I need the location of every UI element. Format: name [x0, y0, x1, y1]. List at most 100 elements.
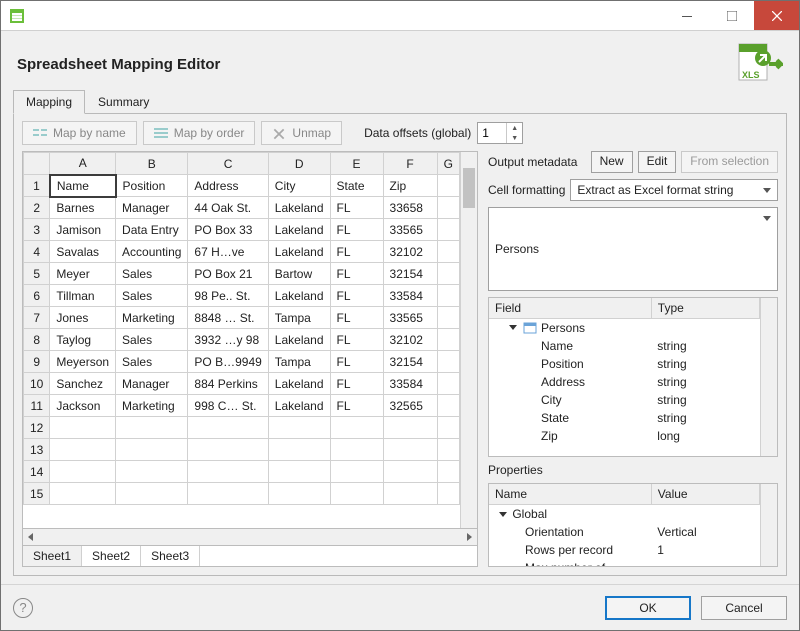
metadata-new-button[interactable]: New [591, 151, 633, 173]
cell-C14[interactable] [188, 461, 268, 483]
field-row-name[interactable]: City [489, 391, 651, 409]
cell-C2[interactable]: 44 Oak St. [188, 197, 268, 219]
cell-C3[interactable]: PO Box 33 [188, 219, 268, 241]
map-by-order-button[interactable]: Map by order [143, 121, 256, 145]
cell-E1[interactable]: State [330, 175, 383, 197]
cell-E2[interactable]: FL [330, 197, 383, 219]
cell-B2[interactable]: Manager [116, 197, 188, 219]
cell-F2[interactable]: 33658 [383, 197, 437, 219]
cell-F3[interactable]: 33565 [383, 219, 437, 241]
cell-E8[interactable]: FL [330, 329, 383, 351]
cell-C4[interactable]: 67 H…ve [188, 241, 268, 263]
cell-G13[interactable] [437, 439, 459, 461]
cell-C5[interactable]: PO Box 21 [188, 263, 268, 285]
cell-D10[interactable]: Lakeland [268, 373, 330, 395]
cell-G3[interactable] [437, 219, 459, 241]
cell-C7[interactable]: 8848 … St. [188, 307, 268, 329]
cell-F9[interactable]: 32154 [383, 351, 437, 373]
column-header-E[interactable]: E [330, 153, 383, 175]
row-header-2[interactable]: 2 [24, 197, 50, 219]
cell-E3[interactable]: FL [330, 219, 383, 241]
entity-root[interactable]: Persons [541, 321, 585, 335]
cell-C10[interactable]: 884 Perkins [188, 373, 268, 395]
cell-A9[interactable]: Meyerson [50, 351, 116, 373]
cell-E14[interactable] [330, 461, 383, 483]
ok-button[interactable]: OK [605, 596, 691, 620]
prop-value[interactable]: 1 [651, 541, 759, 559]
field-row-name[interactable]: Zip [489, 427, 651, 445]
cell-B4[interactable]: Accounting [116, 241, 188, 263]
cell-D14[interactable] [268, 461, 330, 483]
cell-D5[interactable]: Bartow [268, 263, 330, 285]
grid-horizontal-scrollbar[interactable] [22, 529, 478, 546]
cell-G6[interactable] [437, 285, 459, 307]
cell-formatting-select[interactable]: Extract as Excel format string [570, 179, 778, 201]
cancel-button[interactable]: Cancel [701, 596, 787, 620]
metadata-from-selection-button[interactable]: From selection [681, 151, 778, 173]
cell-G14[interactable] [437, 461, 459, 483]
field-row-name[interactable]: Address [489, 373, 651, 391]
cell-B5[interactable]: Sales [116, 263, 188, 285]
grid-vertical-scrollbar[interactable] [460, 152, 477, 528]
cell-A11[interactable]: Jackson [50, 395, 116, 417]
prop-name[interactable]: Max number of records [489, 559, 651, 566]
row-header-1[interactable]: 1 [24, 175, 50, 197]
cell-G15[interactable] [437, 483, 459, 505]
cell-C6[interactable]: 98 Pe.. St. [188, 285, 268, 307]
cell-D13[interactable] [268, 439, 330, 461]
cell-B6[interactable]: Sales [116, 285, 188, 307]
close-button[interactable] [754, 1, 799, 30]
row-header-14[interactable]: 14 [24, 461, 50, 483]
cell-B10[interactable]: Manager [116, 373, 188, 395]
cell-E11[interactable]: FL [330, 395, 383, 417]
cell-D4[interactable]: Lakeland [268, 241, 330, 263]
cell-D12[interactable] [268, 417, 330, 439]
cell-E6[interactable]: FL [330, 285, 383, 307]
cell-G7[interactable] [437, 307, 459, 329]
field-row-name[interactable]: State [489, 409, 651, 427]
cell-A2[interactable]: Barnes [50, 197, 116, 219]
cell-F12[interactable] [383, 417, 437, 439]
sheet-tab-sheet2[interactable]: Sheet2 [82, 546, 141, 566]
cell-B8[interactable]: Sales [116, 329, 188, 351]
data-offsets-input[interactable] [478, 124, 506, 142]
entity-select[interactable]: Persons [488, 207, 778, 291]
prop-name[interactable]: Rows per record [489, 541, 651, 559]
cell-E15[interactable] [330, 483, 383, 505]
cell-D6[interactable]: Lakeland [268, 285, 330, 307]
row-header-10[interactable]: 10 [24, 373, 50, 395]
column-header-F[interactable]: F [383, 153, 437, 175]
row-header-3[interactable]: 3 [24, 219, 50, 241]
data-offsets-spinner[interactable]: ▲▼ [477, 122, 523, 144]
cell-A15[interactable] [50, 483, 116, 505]
tree-expand-icon[interactable] [509, 325, 517, 330]
prop-name[interactable]: Orientation [489, 523, 651, 541]
cell-E10[interactable]: FL [330, 373, 383, 395]
cell-B7[interactable]: Marketing [116, 307, 188, 329]
cell-A1[interactable]: Name [50, 175, 116, 197]
cell-D7[interactable]: Tampa [268, 307, 330, 329]
tree-expand-icon[interactable] [499, 512, 507, 517]
cell-B9[interactable]: Sales [116, 351, 188, 373]
field-row-name[interactable]: Name [489, 337, 651, 355]
cell-C8[interactable]: 3932 …y 98 [188, 329, 268, 351]
cell-A4[interactable]: Savalas [50, 241, 116, 263]
cell-A3[interactable]: Jamison [50, 219, 116, 241]
cell-F1[interactable]: Zip [383, 175, 437, 197]
cell-B13[interactable] [116, 439, 188, 461]
sheet-tab-sheet3[interactable]: Sheet3 [141, 546, 200, 566]
cell-G11[interactable] [437, 395, 459, 417]
cell-A5[interactable]: Meyer [50, 263, 116, 285]
cell-B15[interactable] [116, 483, 188, 505]
cell-G1[interactable] [437, 175, 459, 197]
cell-A8[interactable]: Taylog [50, 329, 116, 351]
column-header-C[interactable]: C [188, 153, 268, 175]
cell-G2[interactable] [437, 197, 459, 219]
cell-G10[interactable] [437, 373, 459, 395]
row-header-6[interactable]: 6 [24, 285, 50, 307]
cell-D2[interactable]: Lakeland [268, 197, 330, 219]
cell-C15[interactable] [188, 483, 268, 505]
help-icon[interactable]: ? [13, 598, 33, 618]
map-by-name-button[interactable]: Map by name [22, 121, 137, 145]
cell-D15[interactable] [268, 483, 330, 505]
